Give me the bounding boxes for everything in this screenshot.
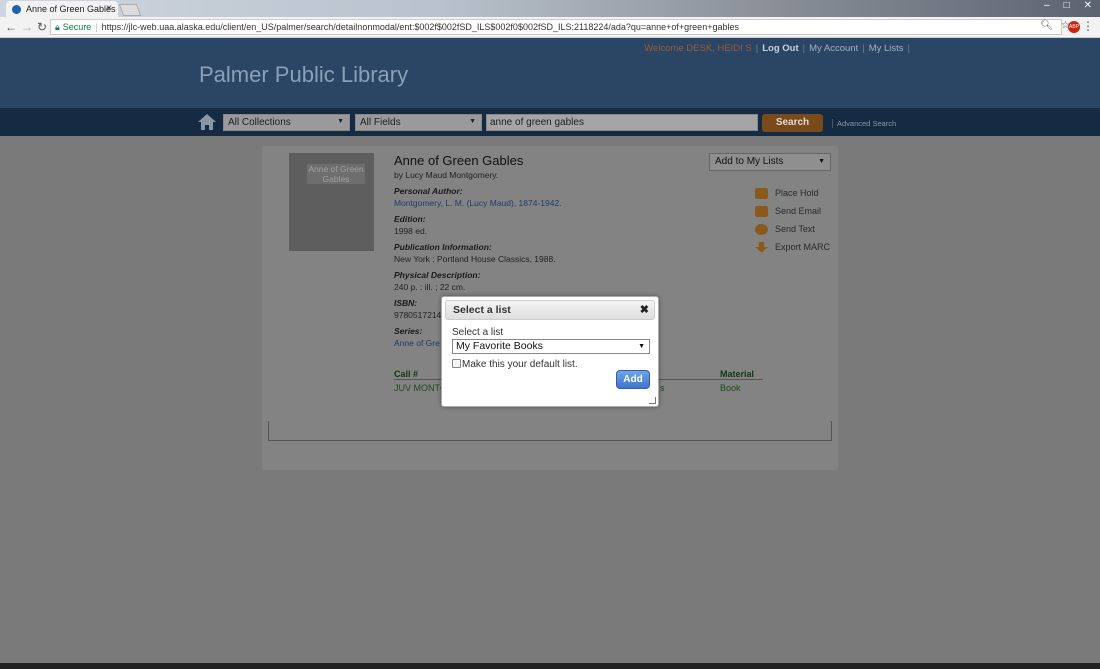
window-controls: – □ ✕ — [1044, 0, 1092, 11]
my-lists-link[interactable]: My Lists — [869, 43, 904, 54]
field-select[interactable]: All Fields ▼ — [355, 114, 482, 131]
welcome-text: Welcome DESK, HEIDI S — [644, 43, 752, 54]
divider: | — [802, 43, 806, 54]
export-marc-action[interactable]: Export MARC — [755, 238, 830, 256]
material-value: Book — [720, 383, 741, 393]
browser-tab[interactable]: Anne of Green Gables × — [6, 1, 118, 17]
reload-icon[interactable]: ↻ — [37, 20, 47, 34]
default-list-label: Make this your default list. — [462, 359, 578, 370]
book-title: Anne of Green Gables — [394, 153, 524, 168]
lock-icon: 🔒︎ — [55, 21, 60, 32]
divider: | — [755, 43, 759, 54]
publication-label: Publication Information: — [394, 242, 492, 252]
my-account-link[interactable]: My Account — [809, 43, 858, 54]
maximize-button[interactable]: □ — [1064, 0, 1070, 11]
adblock-extension-icon[interactable]: ABP — [1068, 21, 1080, 33]
edition-label: Edition: — [394, 214, 426, 224]
secure-label: Secure — [62, 22, 92, 32]
collection-select[interactable]: All Collections ▼ — [223, 114, 350, 131]
globe-icon — [12, 4, 21, 14]
chevron-down-icon: ▼ — [469, 118, 476, 125]
address-bar: ← → ↻ 🔒︎ Secure | https://jlc-web.uaa.al… — [0, 17, 1100, 38]
physical-description-label: Physical Description: — [394, 270, 481, 280]
place-hold-action[interactable]: Place Hold — [755, 184, 830, 202]
url-separator: | — [95, 22, 98, 32]
export-marc-label: Export MARC — [775, 242, 831, 252]
tab-close-icon[interactable]: × — [106, 3, 112, 14]
select-list-label: Select a list — [452, 327, 504, 338]
tab-title: Anne of Green Gables — [26, 4, 116, 14]
add-to-my-lists-dropdown[interactable]: Add to My Lists ▼ — [709, 153, 831, 171]
field-select-value: All Fields — [360, 117, 401, 128]
personal-author-link[interactable]: Montgomery, L. M. (Lucy Maud), 1874-1942… — [394, 198, 694, 208]
send-email-action[interactable]: Send Email — [755, 202, 830, 220]
search-bar: All Collections ▼ All Fields ▼ anne of g… — [0, 108, 1100, 136]
url-actions: 🔍︎ ☆ — [1040, 20, 1070, 31]
minimize-button[interactable]: – — [1044, 0, 1050, 11]
personal-author-label: Personal Author: — [394, 186, 463, 196]
url-field[interactable]: 🔒︎ Secure | https://jlc-web.uaa.alaska.e… — [50, 19, 1062, 35]
list-select-value: My Favorite Books — [456, 340, 543, 352]
site-title[interactable]: Palmer Public Library — [199, 62, 408, 88]
close-window-button[interactable]: ✕ — [1084, 0, 1092, 11]
call-number-header: Call # — [394, 369, 419, 379]
byline: by Lucy Maud Montgomery. — [394, 170, 499, 180]
divider: | — [907, 43, 910, 54]
divider: | — [862, 43, 865, 54]
book-cover[interactable]: Anne of Green Gables — [289, 153, 374, 251]
advanced-search-link[interactable]: Advanced Search — [832, 119, 896, 128]
browser-tabstrip: Anne of Green Gables × – □ ✕ — [0, 0, 1100, 17]
forward-arrow-icon[interactable]: → — [21, 20, 33, 34]
site-header: Welcome DESK, HEIDI S | Log Out | My Acc… — [0, 38, 1100, 108]
log-out-link[interactable]: Log Out — [762, 43, 798, 54]
download-arrow-icon — [755, 241, 768, 253]
record-footer-box — [268, 421, 832, 441]
chevron-down-icon: ▼ — [638, 343, 645, 350]
zoom-icon[interactable]: 🔍︎ — [1040, 20, 1053, 31]
os-taskbar — [0, 663, 1100, 669]
dialog-title: Select a list — [453, 304, 511, 316]
chevron-down-icon: ▼ — [818, 158, 825, 165]
add-button[interactable]: Add — [616, 370, 650, 389]
user-links: Welcome DESK, HEIDI S | Log Out | My Acc… — [644, 43, 910, 54]
speech-bubble-icon — [755, 223, 768, 235]
home-icon[interactable] — [197, 113, 217, 131]
collection-select-value: All Collections — [228, 117, 291, 128]
tag-icon — [755, 187, 768, 199]
back-arrow-icon[interactable]: ← — [5, 20, 17, 34]
send-text-action[interactable]: Send Text — [755, 220, 830, 238]
edition-value: 1998 ed. — [394, 226, 428, 236]
send-email-label: Send Email — [775, 206, 822, 216]
publication-value: New York : Portland House Classics, 1988… — [394, 254, 556, 264]
default-list-checkbox[interactable] — [452, 359, 461, 368]
material-header: Material — [720, 369, 755, 379]
send-text-label: Send Text — [775, 224, 815, 234]
add-to-my-lists-label: Add to My Lists — [715, 156, 784, 167]
browser-menu-icon[interactable]: ⋮ — [1082, 19, 1094, 33]
place-hold-label: Place Hold — [775, 188, 819, 198]
record-actions: Place Hold Send Email Send Text Export M… — [755, 184, 830, 256]
new-tab-button[interactable] — [118, 4, 142, 16]
cover-title: Anne of Green Gables — [307, 164, 365, 184]
search-input[interactable]: anne of green gables — [486, 114, 758, 131]
url-text: https://jlc-web.uaa.alaska.edu/client/en… — [101, 22, 739, 32]
search-button[interactable]: Search — [762, 114, 823, 132]
chevron-down-icon: ▼ — [337, 118, 344, 125]
close-icon[interactable]: ✖ — [640, 303, 649, 316]
select-list-dialog: Select a list ✖ Select a list My Favorit… — [441, 296, 659, 407]
physical-description-value: 240 p. : ill. ; 22 cm. — [394, 282, 466, 292]
status-fragment: s — [660, 383, 665, 393]
envelope-icon — [755, 205, 768, 217]
list-select[interactable]: My Favorite Books ▼ — [452, 339, 650, 354]
dialog-titlebar[interactable]: Select a list ✖ — [445, 300, 655, 320]
resize-handle[interactable] — [649, 397, 656, 404]
